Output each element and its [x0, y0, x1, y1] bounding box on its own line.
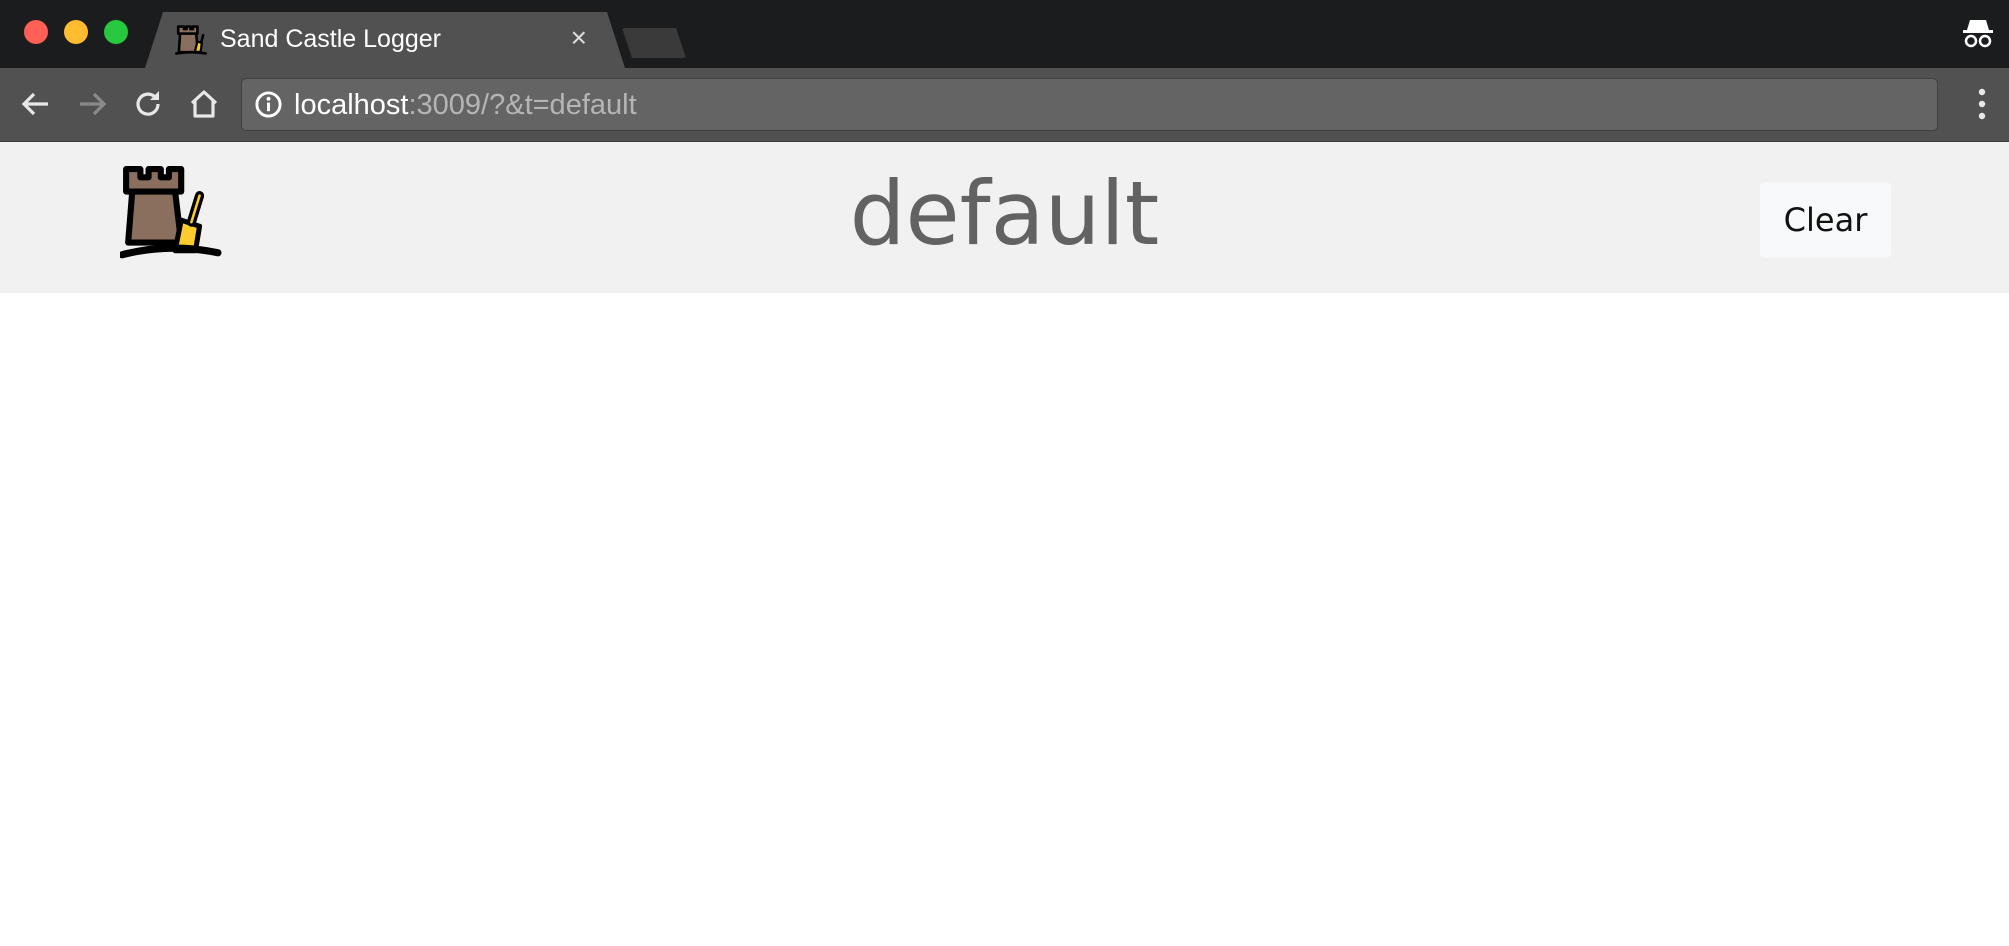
browser-titlebar: Sand Castle Logger ×: [0, 0, 2009, 68]
maximize-window-button[interactable]: [104, 20, 128, 44]
castle-favicon-icon: [175, 25, 207, 55]
log-area: [0, 293, 2009, 946]
url-text[interactable]: localhost:3009/?&t=default: [294, 89, 637, 122]
tab-title: Sand Castle Logger: [220, 25, 441, 53]
home-icon[interactable]: [186, 86, 222, 122]
minimize-window-button[interactable]: [64, 20, 88, 44]
new-tab-button[interactable]: [622, 28, 686, 58]
close-window-button[interactable]: [24, 20, 48, 44]
more-menu-icon[interactable]: [1977, 88, 1987, 120]
incognito-icon: [1963, 20, 1993, 48]
url-host: localhost: [294, 89, 409, 121]
app-header: default Clear: [0, 142, 2009, 293]
browser-tab[interactable]: Sand Castle Logger ×: [145, 12, 625, 68]
forward-arrow-icon[interactable]: [74, 86, 110, 122]
url-path: :3009/?&t=default: [408, 89, 637, 121]
reload-icon[interactable]: [130, 86, 166, 122]
address-bar[interactable]: localhost:3009/?&t=default: [241, 78, 1938, 131]
page-title: default: [849, 162, 1160, 265]
info-icon[interactable]: [254, 90, 283, 119]
tab-close-icon[interactable]: ×: [571, 22, 587, 54]
browser-toolbar: localhost:3009/?&t=default: [0, 68, 2009, 142]
clear-button[interactable]: Clear: [1760, 182, 1891, 258]
back-arrow-icon[interactable]: [18, 86, 54, 122]
